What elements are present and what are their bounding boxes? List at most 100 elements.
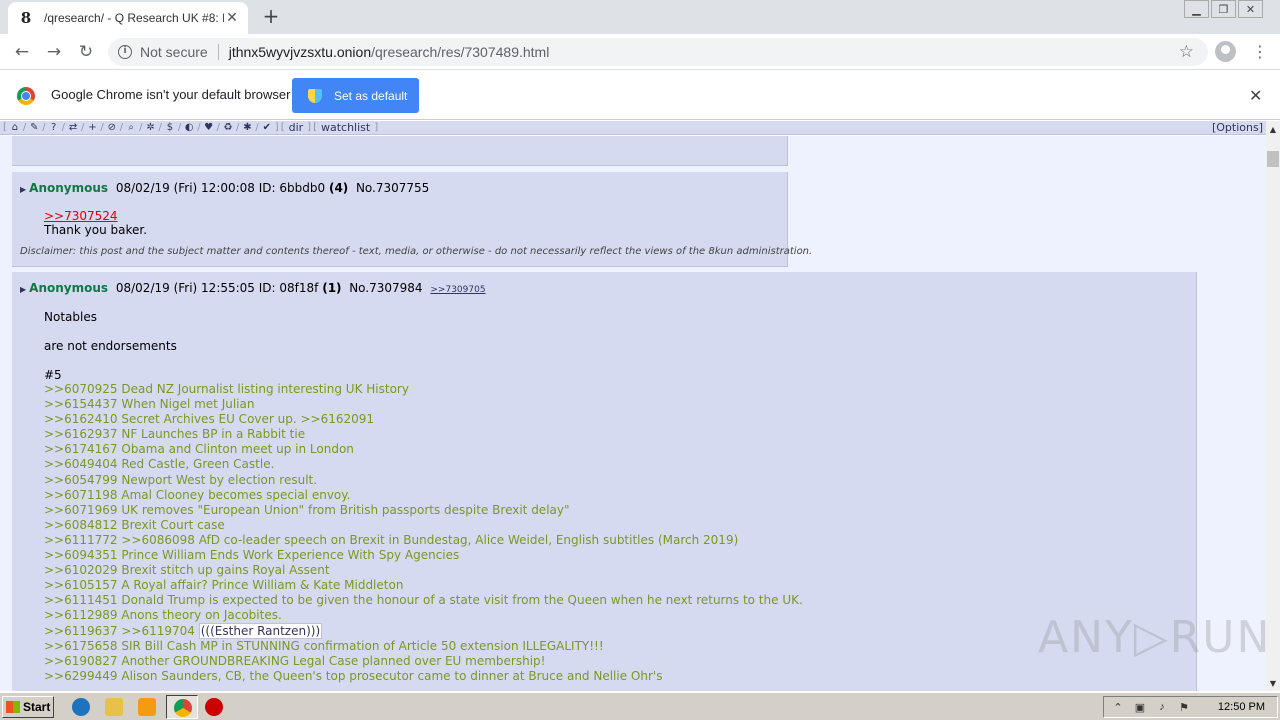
highlighted-name: (((Esther Rantzen))) — [198, 622, 323, 639]
board-icon-links: ⌂ / ✎ /? / ⇄ / + / ⊘ / ⌕ / ✲ / $ / ◐ / ♥ / ♻ / ✱ / ✔ — [8, 122, 274, 133]
notable-line[interactable]: >>6111772 >>6086098 AfD co-leader speech… — [44, 533, 803, 548]
post-count: (1) — [322, 281, 342, 295]
gear-icon[interactable]: ✲ — [144, 122, 158, 133]
post-number[interactable]: No.7307984 — [349, 281, 422, 295]
notable-line[interactable]: >>6105157 A Royal affair? Prince William… — [44, 578, 803, 593]
start-button[interactable]: Start — [2, 696, 54, 718]
set-as-default-label: Set as default — [334, 88, 408, 103]
browser-toolbar: ← → ↻ i Not secure jthnx5wyvjvzsxtu.onio… — [0, 34, 1280, 70]
notable-line[interactable]: >>6049404 Red Castle, Green Castle. — [44, 457, 803, 472]
url-path[interactable]: /qresearch/res/7307489.html — [371, 44, 549, 60]
restore-icon[interactable]: ❐ — [1211, 0, 1236, 18]
post-disclaimer: Disclaimer: this post and the subject ma… — [20, 246, 813, 257]
watchlist-link[interactable]: watchlist — [321, 121, 370, 134]
address-bar[interactable]: i Not secure jthnx5wyvjvzsxtu.onion /qre… — [108, 38, 1208, 66]
notable-line[interactable]: >>6071969 UK removes "European Union" fr… — [44, 503, 803, 518]
post-datetime: 08/02/19 (Fri) 12:00:08 — [115, 181, 255, 195]
info-icon[interactable]: i — [118, 45, 132, 59]
scroll-up-icon[interactable]: ▲ — [1266, 123, 1280, 137]
post-number[interactable]: No.7307755 — [356, 181, 429, 195]
poster-name: Anonymous — [29, 281, 109, 295]
new-tab-button[interactable]: + — [260, 6, 282, 28]
notable-line[interactable]: >>6162410 Secret Archives EU Cover up. >… — [44, 412, 803, 427]
help-icon[interactable]: ? — [47, 122, 61, 133]
notable-line[interactable]: >>6111451 Donald Trump is expected to be… — [44, 593, 803, 608]
home-icon[interactable]: ⌂ — [8, 122, 22, 133]
shield-icon — [308, 88, 322, 103]
twitter-icon[interactable]: ♥ — [202, 122, 216, 133]
post-line: Notables — [44, 310, 97, 324]
search-icon[interactable]: ⌕ — [124, 122, 138, 133]
forward-icon[interactable]: → — [43, 41, 65, 63]
network-icon[interactable]: ▣ — [1132, 701, 1148, 714]
dollar-icon[interactable]: $ — [163, 122, 177, 133]
notables-list: >>6070925 Dead NZ Journalist listing int… — [44, 382, 803, 684]
internet-explorer-icon[interactable] — [72, 698, 90, 716]
recycle-icon[interactable]: ♻ — [221, 122, 235, 133]
notable-line[interactable]: >>6054799 Newport West by election resul… — [44, 473, 803, 488]
scroll-down-icon[interactable]: ▼ — [1266, 677, 1280, 691]
check-circle-icon[interactable]: ✔ — [260, 122, 274, 133]
post-menu-arrow-icon[interactable]: ▶ — [20, 185, 26, 194]
post-menu-arrow-icon[interactable]: ▶ — [20, 285, 26, 294]
notable-line[interactable]: >>6299449 Alison Saunders, CB, the Queen… — [44, 669, 803, 684]
notable-line[interactable]: >>6154437 When Nigel met Julian — [44, 397, 803, 412]
flag-icon[interactable]: ⚑ — [1176, 701, 1192, 714]
post-backlink[interactable]: >>7309705 — [430, 285, 485, 295]
set-as-default-button[interactable]: Set as default — [292, 78, 419, 113]
poster-id[interactable]: ID: 6bbdb0 — [259, 181, 325, 195]
notable-line[interactable]: >>6094351 Prince William Ends Work Exper… — [44, 548, 803, 563]
shuffle-icon[interactable]: ⇄ — [66, 122, 80, 133]
bug-icon[interactable]: ✱ — [240, 122, 254, 133]
poster-id[interactable]: ID: 08f18f — [259, 281, 319, 295]
notable-line[interactable]: >>6112989 Anons theory on Jacobites. — [44, 608, 803, 623]
notable-line[interactable]: >>6174167 Obama and Clinton meet up in L… — [44, 442, 803, 457]
menu-kebab-icon[interactable]: ⋮ — [1252, 42, 1268, 62]
notable-line[interactable]: >>6071198 Amal Clooney becomes special e… — [44, 488, 803, 503]
ban-icon[interactable]: ⊘ — [105, 122, 119, 133]
volume-icon[interactable]: ♪ — [1154, 701, 1170, 713]
notable-line[interactable]: >>6084812 Brexit Court case — [44, 518, 803, 533]
post-line: are not endorsements — [44, 339, 177, 353]
profile-avatar[interactable] — [1215, 41, 1236, 62]
infobar-close-icon[interactable]: ✕ — [1249, 86, 1262, 105]
notable-line[interactable]: >>6102029 Brexit stitch up gains Royal A… — [44, 563, 803, 578]
post-intro: ▶ Anonymous 08/02/19 (Fri) 12:55:05 ID: 0… — [20, 281, 486, 295]
folder-icon[interactable] — [105, 698, 123, 716]
reload-icon[interactable]: ↻ — [75, 41, 97, 63]
chrome-taskbar-button[interactable] — [166, 695, 198, 719]
media-player-icon[interactable] — [138, 698, 156, 716]
tag-icon[interactable]: ✎ — [27, 122, 41, 133]
bookmark-star-icon[interactable]: ☆ — [1179, 42, 1194, 62]
notable-line[interactable]: >>6190827 Another GROUNDBREAKING Legal C… — [44, 654, 803, 669]
close-window-icon[interactable]: ✕ — [1238, 0, 1263, 18]
half-circle-icon[interactable]: ◐ — [182, 122, 196, 133]
tab-close-icon[interactable]: ✕ — [224, 10, 240, 26]
notable-line[interactable]: >>6175658 SIR Bill Cash MP in STUNNING c… — [44, 639, 803, 654]
tray-expand-icon[interactable]: ⌃ — [1110, 701, 1126, 714]
minimize-icon[interactable]: ▁ — [1184, 0, 1209, 18]
options-link[interactable]: [Options] — [1212, 121, 1263, 134]
back-icon[interactable]: ← — [11, 41, 33, 63]
stop-icon[interactable] — [205, 698, 223, 716]
reply-link[interactable]: >>7307524 — [44, 209, 147, 223]
site-favicon-icon: 8 — [20, 9, 32, 27]
scrollbar-thumb[interactable] — [1267, 151, 1279, 167]
vertical-scrollbar[interactable]: ▲ ▼ — [1266, 121, 1280, 691]
post: ▶ Anonymous 08/02/19 (Fri) 12:00:08 ID: 6… — [12, 172, 812, 267]
chrome-logo-icon — [17, 87, 35, 105]
clock[interactable]: 12:50 PM — [1218, 701, 1265, 713]
notable-line[interactable]: >>6070925 Dead NZ Journalist listing int… — [44, 382, 803, 397]
system-tray: ⌃ ▣ ♪ ⚑ 12:50 PM — [1103, 696, 1278, 718]
previous-post-fragment — [12, 136, 788, 166]
browser-tab[interactable]: 8 /qresearch/ - Q Research UK #8: Bo ✕ — [8, 2, 248, 34]
infobar-message: Google Chrome isn't your default browser — [51, 87, 291, 102]
url-host[interactable]: jthnx5wyvjvzsxtu.onion — [229, 44, 371, 60]
not-secure-label[interactable]: Not secure — [140, 44, 208, 60]
post-line: #5 — [44, 368, 62, 382]
start-label: Start — [23, 700, 51, 714]
notable-line[interactable]: >>6119637 >>6119704 (((Esther Rantzen))) — [44, 622, 803, 639]
dir-link[interactable]: dir — [289, 121, 304, 134]
notable-line[interactable]: >>6162937 NF Launches BP in a Rabbit tie — [44, 427, 803, 442]
plus-icon[interactable]: + — [85, 122, 99, 133]
